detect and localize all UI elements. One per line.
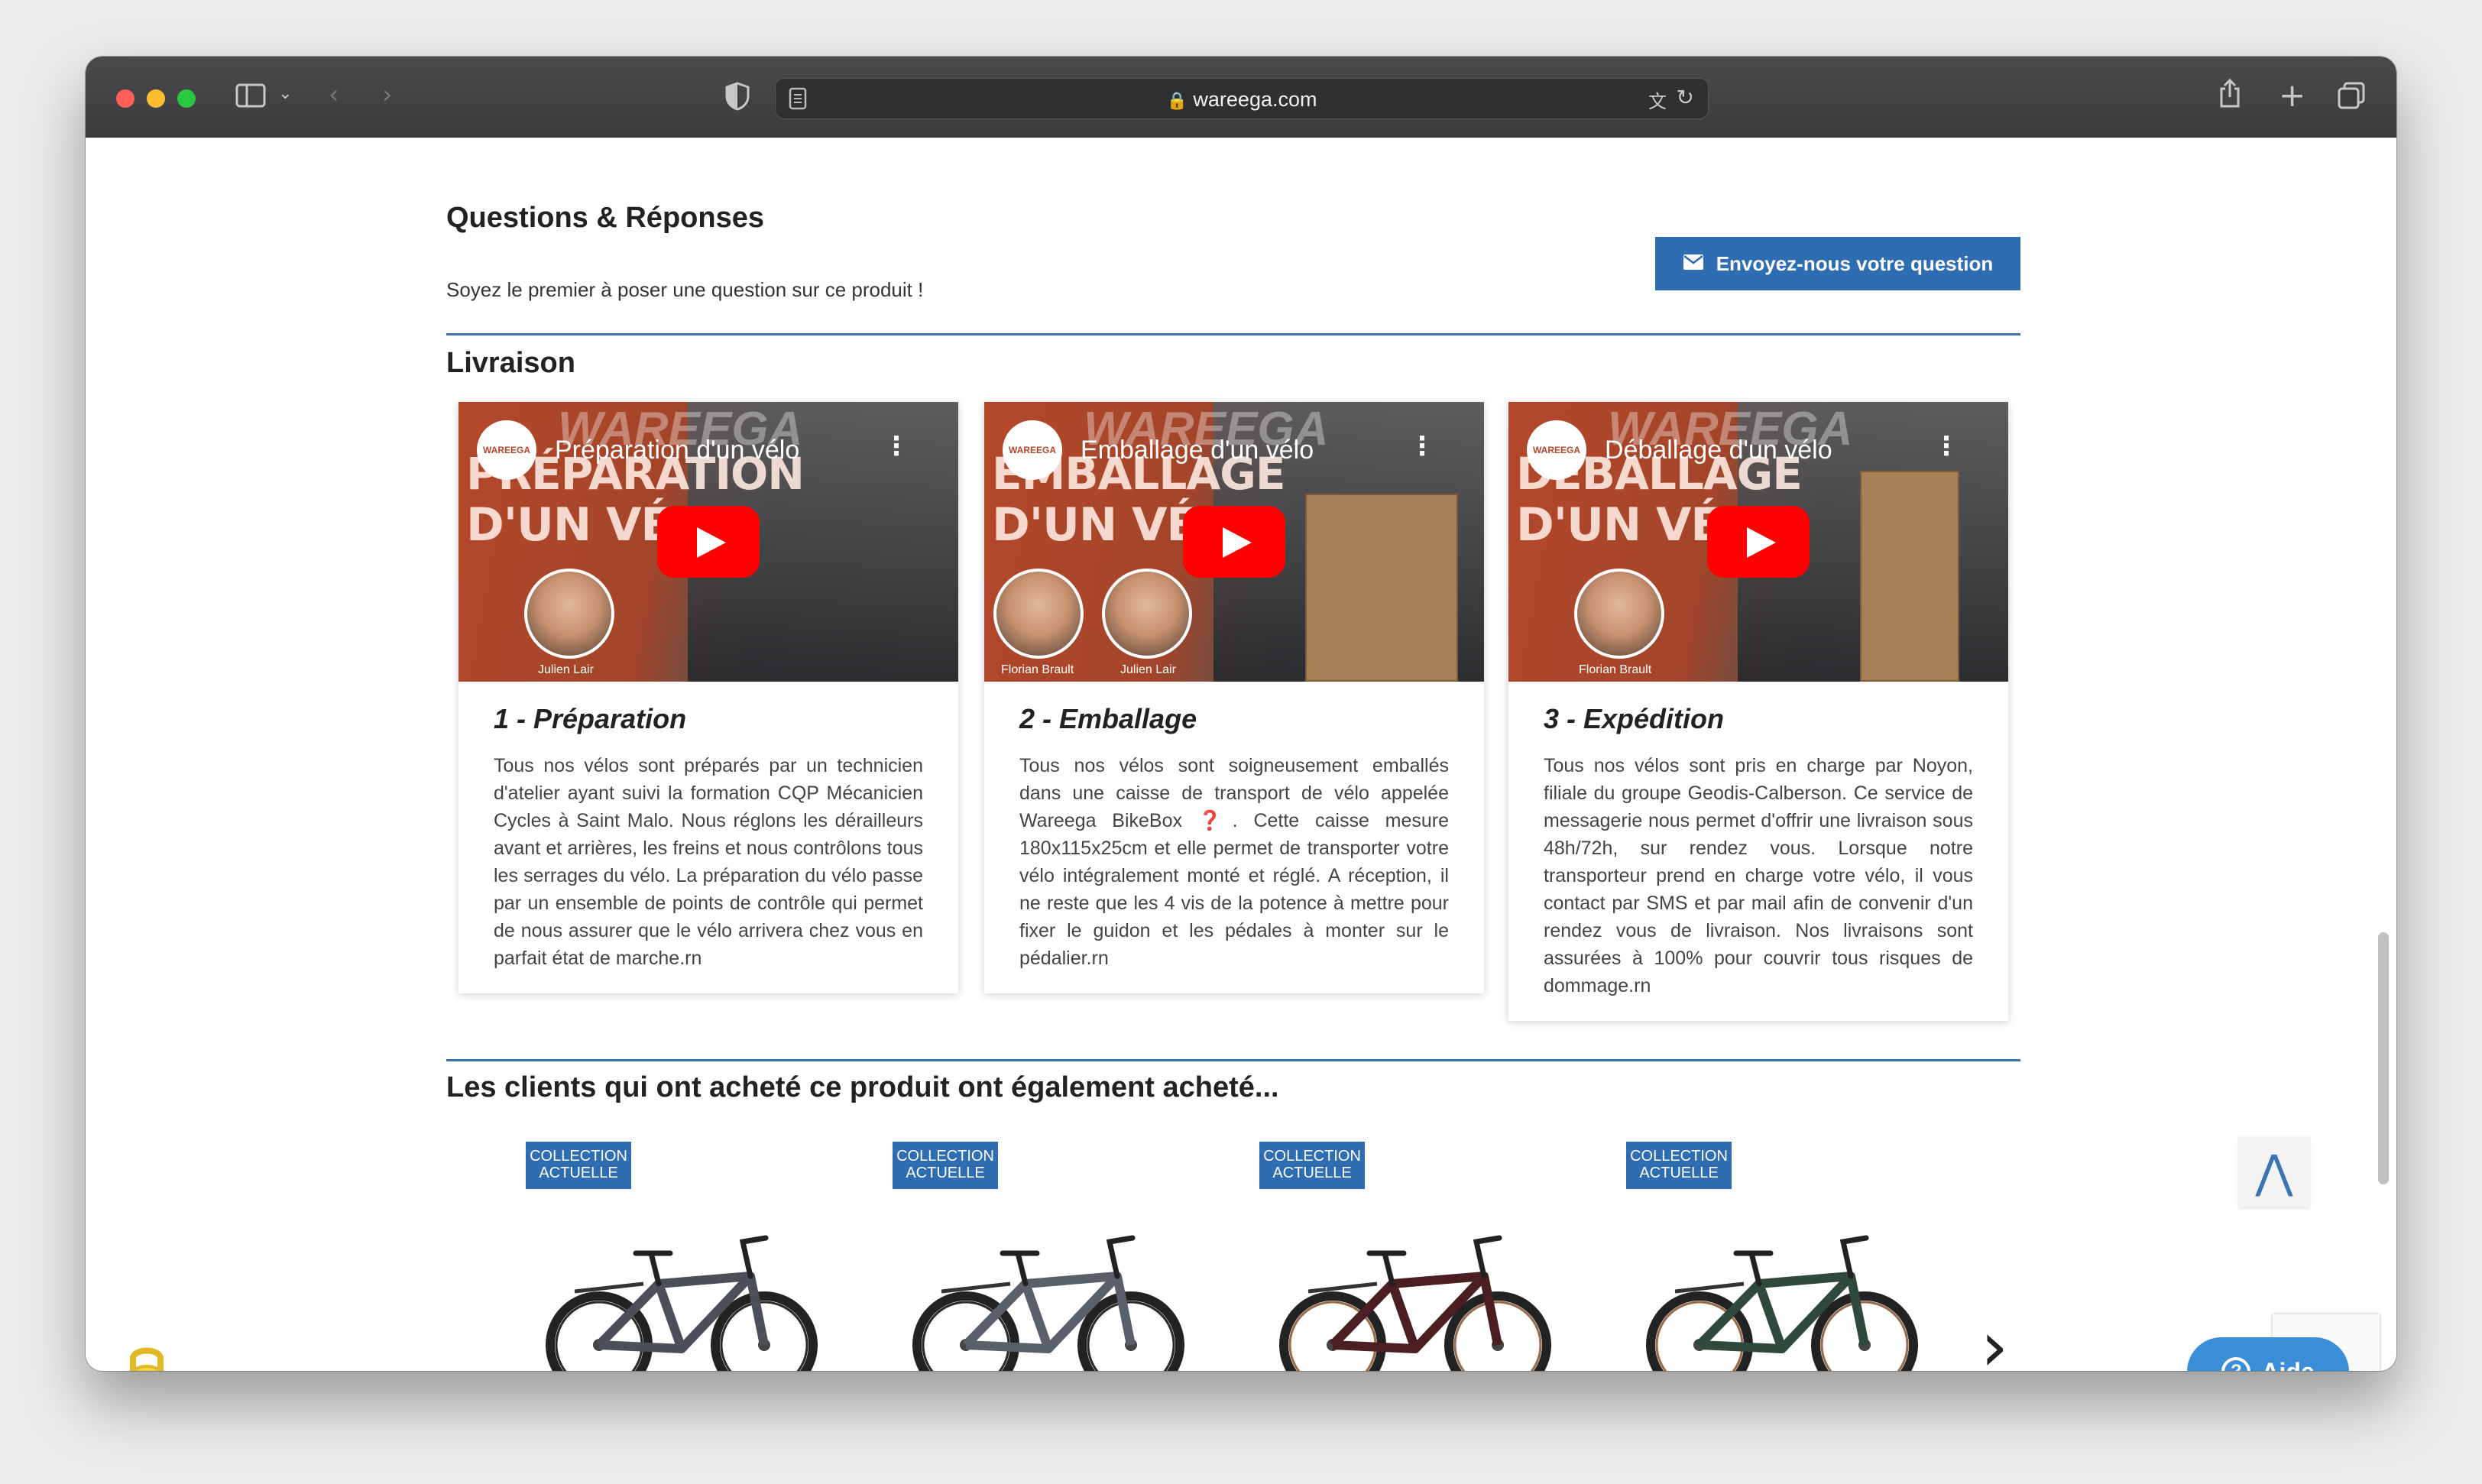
card-title: 1 - Préparation (494, 703, 687, 734)
carousel-next-icon[interactable]: › (1981, 1307, 2008, 1371)
forward-icon[interactable]: › (382, 79, 393, 110)
lock-icon: 🔒 (1166, 91, 1188, 110)
channel-logo[interactable]: WAREEGA (1527, 420, 1586, 480)
translate-icon[interactable]: 文 (1648, 86, 1667, 113)
new-tab-icon[interactable]: + (2279, 76, 2305, 114)
padlock-icon[interactable] (116, 1337, 177, 1371)
help-label: Aide (2261, 1358, 2314, 1372)
page-scrollbar[interactable] (2378, 145, 2389, 1368)
page-content: Questions & Réponses Soyez le premier à … (86, 138, 2396, 1371)
chevron-down-icon[interactable]: ⌄ (278, 84, 292, 103)
avatar (1574, 569, 1664, 659)
delivery-card: WAREEGA PRÉPARATION D'UN VÉLO WAREEGA Pr… (458, 402, 958, 993)
video-title[interactable]: Déballage d'un vélo (1605, 436, 1832, 465)
collection-badge: COLLECTION ACTUELLE (1259, 1142, 1365, 1189)
ask-question-button[interactable]: Envoyez-nous votre question (1655, 237, 2020, 290)
related-products-title: Les clients qui ont acheté ce produit on… (446, 1071, 1279, 1103)
more-options-icon[interactable]: ⋮ (883, 431, 909, 462)
product-bike-image[interactable] (1278, 1223, 1553, 1371)
play-button[interactable] (1183, 506, 1285, 578)
play-button[interactable] (657, 506, 760, 578)
zoom-window-button[interactable] (177, 89, 196, 108)
qa-title: Questions & Réponses (446, 202, 764, 234)
delivery-card: WAREEGA DÉBALLAGE D'UN VÉLO WAREEGA Déba… (1508, 402, 2008, 1021)
video-thumbnail[interactable]: WAREEGA PRÉPARATION D'UN VÉLO WAREEGA Pr… (458, 402, 958, 682)
play-button[interactable] (1707, 506, 1810, 578)
video-thumbnail[interactable]: WAREEGA DÉBALLAGE D'UN VÉLO WAREEGA Déba… (1508, 402, 2008, 682)
scrollbar-thumb[interactable] (2378, 932, 2389, 1184)
product-bike-image[interactable] (544, 1223, 819, 1371)
card-title: 3 - Expédition (1544, 703, 1725, 734)
channel-logo[interactable]: WAREEGA (477, 420, 536, 480)
person-name: Florian Brault (1001, 663, 1074, 676)
reload-icon[interactable]: ↻ (1677, 85, 1694, 110)
product-bike-image[interactable] (911, 1223, 1186, 1371)
question-icon: ? (2221, 1357, 2251, 1371)
back-icon[interactable]: ‹ (329, 79, 339, 110)
ask-question-label: Envoyez-nous votre question (1716, 251, 1994, 275)
minimize-window-button[interactable] (147, 89, 165, 108)
url-text: 🔒 wareega.com (1166, 88, 1317, 111)
card-text: Tous nos vélos sont soigneusement emball… (1019, 755, 1449, 969)
help-button[interactable]: ? Aide (2187, 1337, 2349, 1371)
card-text: Tous nos vélos sont pris en charge par N… (1544, 755, 1973, 996)
avatar (993, 569, 1084, 659)
avatar (524, 569, 614, 659)
more-options-icon[interactable]: ⋮ (1409, 431, 1435, 462)
bikebox-image (1860, 471, 1959, 682)
card-title: 2 - Emballage (1019, 703, 1197, 734)
video-title[interactable]: Préparation d'un vélo (555, 436, 799, 465)
person-name: Florian Brault (1579, 663, 1652, 676)
browser-toolbar: ⌄ ‹ › 🔒 wareega.com 文 ↻ + (86, 57, 2396, 138)
scroll-to-top-button[interactable]: ⋀ (2239, 1137, 2309, 1207)
share-icon[interactable] (2218, 78, 2242, 112)
close-window-button[interactable] (116, 89, 134, 108)
section-divider (446, 1059, 2020, 1061)
video-title[interactable]: Emballage d'un vélo (1081, 436, 1314, 465)
caret-up-icon: ⋀ (2255, 1145, 2293, 1199)
delivery-card: WAREEGA EMBALLAGE D'UN VÉLO WAREEGA Emba… (984, 402, 1484, 993)
privacy-shield-icon[interactable] (724, 81, 750, 115)
product-bike-image[interactable] (1644, 1223, 1920, 1371)
collection-badge: COLLECTION ACTUELLE (526, 1142, 631, 1189)
collection-badge: COLLECTION ACTUELLE (893, 1142, 998, 1189)
collection-badge: COLLECTION ACTUELLE (1626, 1142, 1732, 1189)
sidebar-icon[interactable] (235, 83, 266, 112)
envelope-icon (1683, 252, 1704, 276)
channel-logo[interactable]: WAREEGA (1003, 420, 1062, 480)
browser-window: ⌄ ‹ › 🔒 wareega.com 文 ↻ + Questions & Ré… (86, 57, 2396, 1371)
section-divider (446, 333, 2020, 335)
tab-overview-icon[interactable] (2337, 81, 2366, 113)
avatar (1102, 569, 1192, 659)
person-name: Julien Lair (538, 663, 594, 676)
qa-empty-text: Soyez le premier à poser une question su… (446, 278, 924, 301)
card-text: Tous nos vélos sont préparés par un tech… (494, 755, 923, 969)
address-bar[interactable]: 🔒 wareega.com 文 ↻ (775, 78, 1709, 119)
person-name: Julien Lair (1120, 663, 1176, 676)
bikebox-image (1305, 494, 1458, 682)
more-options-icon[interactable]: ⋮ (1933, 431, 1959, 462)
video-thumbnail[interactable]: WAREEGA EMBALLAGE D'UN VÉLO WAREEGA Emba… (984, 402, 1484, 682)
livraison-title: Livraison (446, 347, 575, 379)
